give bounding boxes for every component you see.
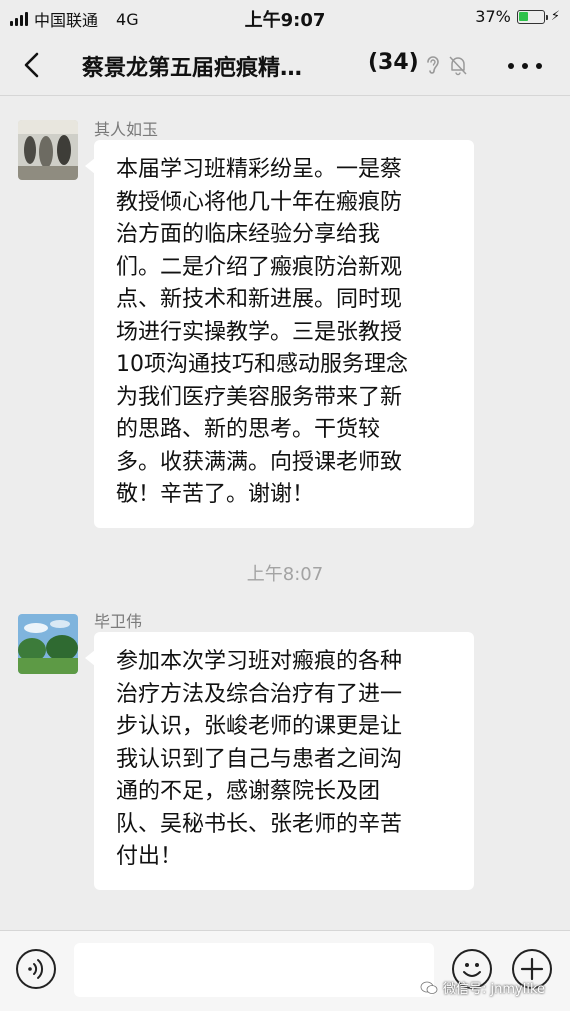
wechat-watermark: 微信号: jnmylike xyxy=(420,978,545,997)
more-dot xyxy=(536,63,542,69)
message-bubble[interactable]: 参加本次学习班对瘢痕的各种 治疗方法及综合治疗有了进一 步认识，张峻老师的课更是… xyxy=(85,632,474,890)
battery-fill xyxy=(519,12,528,21)
status-bar: 中国联通 4G 上午9:07 37% ⚡ xyxy=(0,0,570,34)
more-dot xyxy=(508,63,514,69)
message-input[interactable] xyxy=(74,943,434,997)
input-bar xyxy=(0,930,570,1011)
mute-bell-icon xyxy=(449,56,467,76)
sender-name: 其人如玉 xyxy=(94,120,159,139)
voice-button[interactable] xyxy=(16,949,56,989)
ear-icon xyxy=(427,56,439,74)
back-icon xyxy=(24,52,39,78)
avatar-image xyxy=(18,120,78,180)
time-separator: 上午8:07 xyxy=(246,564,324,585)
avatar[interactable] xyxy=(18,120,78,180)
avatar-image xyxy=(18,614,78,674)
battery-percent: 37% xyxy=(475,7,511,26)
voice-icon xyxy=(28,959,44,979)
avatar[interactable] xyxy=(18,614,78,674)
chat-header: 蔡景龙第五届疤痕精… (34) xyxy=(0,34,570,96)
message-bubble[interactable]: 本届学习班精彩纷呈。一是蔡 教授倾心将他几十年在瘢痕防 治方面的临床经验分享给我… xyxy=(85,140,474,528)
back-button[interactable] xyxy=(18,50,48,80)
more-dot xyxy=(522,63,528,69)
battery-icon xyxy=(516,9,548,24)
member-count: (34) xyxy=(368,50,419,75)
status-right: 37% ⚡ xyxy=(475,7,560,26)
chat-title: 蔡景龙第五届疤痕精… xyxy=(82,56,303,81)
watermark-text: 微信号: jnmylike xyxy=(443,982,546,997)
wechat-icon xyxy=(420,981,438,994)
sender-name: 毕卫伟 xyxy=(94,612,143,631)
charging-icon: ⚡ xyxy=(550,9,560,24)
more-button[interactable] xyxy=(508,60,542,72)
